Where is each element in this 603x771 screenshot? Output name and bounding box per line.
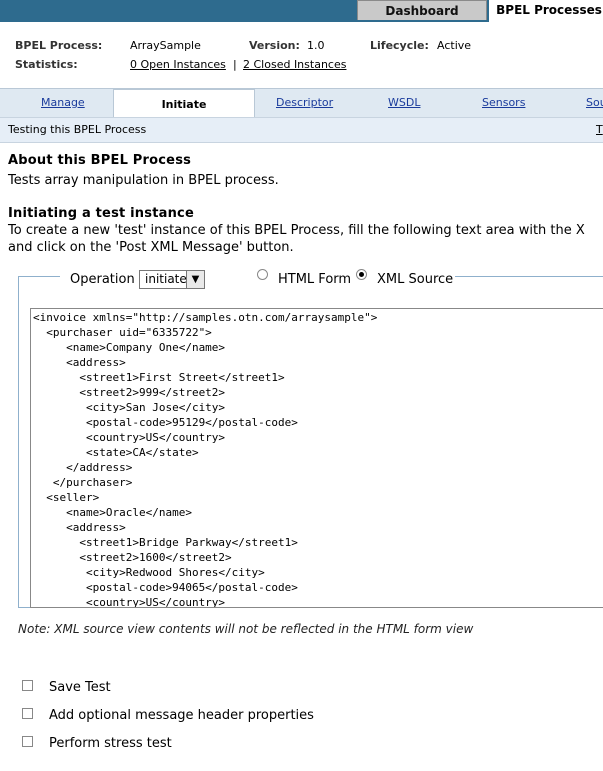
radio-xml-source[interactable] [356, 269, 367, 280]
tab-sensors[interactable]: Sensors [482, 96, 525, 109]
xml-source-content: <invoice xmlns="http://samples.otn.com/a… [33, 311, 378, 608]
html-form-label: HTML Form [278, 272, 352, 287]
save-test-checkbox[interactable] [22, 680, 33, 691]
lifecycle-value: Active [437, 39, 472, 52]
about-description: Tests array manipulation in BPEL process… [8, 173, 279, 188]
stats-separator: | [233, 58, 237, 71]
version-label: Version: [249, 39, 300, 52]
tab-bpel-processes[interactable]: BPEL Processes [489, 0, 603, 22]
tab-wsdl[interactable]: WSDL [388, 96, 420, 109]
initiate-instructions-2: and click on the 'Post XML Message' butt… [8, 240, 294, 255]
tab-descriptor[interactable]: Descriptor [276, 96, 333, 109]
chevron-down-icon: ▼ [186, 271, 204, 288]
stress-test-label: Perform stress test [49, 736, 172, 751]
process-nav: Manage Initiate Descriptor WSDL Sensors … [0, 88, 603, 118]
statistics-label: Statistics: [15, 58, 78, 71]
open-instances-link[interactable]: 0 Open Instances [130, 58, 226, 71]
xml-source-label: XML Source [377, 272, 454, 287]
about-title: About this BPEL Process [8, 153, 192, 168]
radio-html-form[interactable] [257, 269, 268, 280]
stress-test-checkbox[interactable] [22, 736, 33, 747]
process-value: ArraySample [130, 39, 201, 52]
operation-select[interactable]: initiate ▼ [139, 270, 205, 289]
xml-note: Note: XML source view contents will not … [18, 622, 474, 636]
closed-instances-link[interactable]: 2 Closed Instances [243, 58, 346, 71]
save-test-label: Save Test [49, 680, 111, 695]
operation-label: Operation [70, 272, 135, 287]
radio-selected-dot [359, 272, 364, 277]
tab-manage[interactable]: Manage [41, 96, 85, 109]
subbar-title: Testing this BPEL Process [8, 123, 147, 136]
tab-source[interactable]: Sou [586, 96, 603, 109]
sub-bar: Testing this BPEL Process T [0, 117, 603, 143]
header-properties-label: Add optional message header properties [49, 708, 314, 723]
lifecycle-label: Lifecycle: [370, 39, 429, 52]
version-value: 1.0 [307, 39, 325, 52]
process-info: BPEL Process: ArraySample Version: 1.0 L… [0, 22, 603, 84]
xml-source-textarea[interactable]: <invoice xmlns="http://samples.otn.com/a… [30, 308, 603, 608]
tab-dashboard[interactable]: Dashboard [357, 0, 487, 20]
tab-initiate[interactable]: Initiate [113, 89, 255, 118]
process-label: BPEL Process: [15, 39, 103, 52]
subbar-link[interactable]: T [596, 123, 603, 136]
initiate-title: Initiating a test instance [8, 206, 194, 221]
header-properties-checkbox[interactable] [22, 708, 33, 719]
initiate-instructions-1: To create a new 'test' instance of this … [8, 223, 585, 238]
operation-value: initiate [145, 272, 187, 286]
